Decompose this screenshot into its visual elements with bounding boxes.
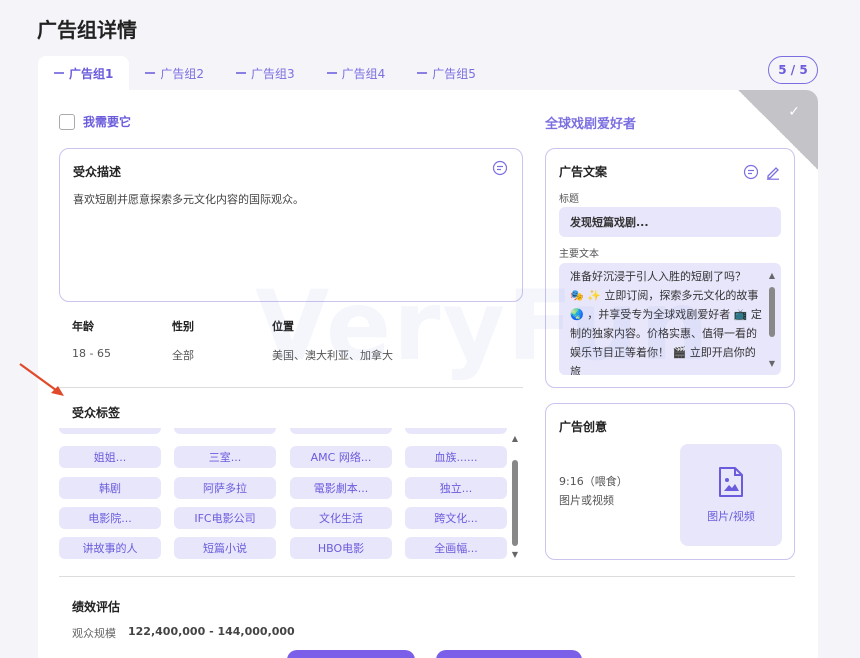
tag-chip[interactable]: 电影院...	[59, 507, 161, 529]
need-it-label: 我需要它	[83, 115, 132, 129]
tab-label: 广告组1	[69, 66, 114, 81]
reach-label: 观众规模	[72, 627, 116, 640]
adgroup-panel: ✓ 我需要它 全球戏剧爱好者 受众描述 喜欢短剧并愿意探索多元文化内容的国际观众…	[38, 90, 818, 658]
audience-description-text: 喜欢短剧并愿意探索多元文化内容的国际观众。	[73, 193, 304, 206]
media-label: 图片/视频	[707, 510, 755, 523]
tag-chip[interactable]: 三室...	[174, 446, 276, 468]
need-it-checkbox-row[interactable]: 我需要它	[59, 113, 131, 130]
tab-adgroup-1[interactable]: 广告组1	[38, 56, 130, 90]
comment-icon[interactable]	[492, 160, 508, 176]
tab-adgroup-2[interactable]: 广告组2	[129, 56, 220, 90]
tag-chip[interactable]: 讲故事的人	[59, 537, 161, 559]
tag-chip[interactable]: 阿萨多拉	[174, 477, 276, 499]
age-label: 年龄	[72, 320, 94, 333]
tags-scrollbar[interactable]: ▲ ▼	[510, 434, 520, 560]
reach-value: 122,400,000 - 144,000,000	[128, 625, 295, 638]
tag-chip[interactable]	[59, 428, 161, 434]
tag-chip[interactable]	[290, 428, 392, 434]
dash-icon	[54, 72, 64, 74]
tag-chip[interactable]: 跨文化...	[405, 507, 507, 529]
edit-icon[interactable]	[765, 164, 781, 180]
age-value: 18 - 65	[72, 347, 111, 360]
scroll-thumb[interactable]	[512, 460, 518, 546]
tab-label: 广告组4	[341, 66, 386, 81]
page-title: 广告组详情	[37, 18, 137, 42]
reach-row: 观众规模 122,400,000 - 144,000,000	[72, 625, 295, 641]
tab-adgroup-5[interactable]: 广告组5	[401, 56, 492, 90]
gender-label: 性别	[172, 320, 194, 333]
scroll-up-icon[interactable]: ▲	[510, 434, 520, 444]
tag-chip[interactable]	[405, 428, 507, 434]
dash-icon	[417, 72, 428, 74]
dash-icon	[326, 72, 337, 74]
image-file-icon	[719, 467, 743, 497]
creative-format: 图片或视频	[559, 494, 614, 507]
tab-label: 广告组5	[432, 66, 476, 81]
audience-description-title: 受众描述	[73, 165, 122, 179]
tag-chip[interactable]	[174, 428, 276, 434]
tag-chip[interactable]: AMC 网络...	[290, 446, 392, 468]
primary-button-left[interactable]	[287, 650, 415, 658]
body-scrollbar[interactable]: ▲ ▼	[767, 271, 777, 369]
primary-button-right[interactable]	[436, 650, 582, 658]
body-label: 主要文本	[559, 249, 599, 260]
tag-chip[interactable]: 短篇小说	[174, 537, 276, 559]
tag-chip[interactable]: 韩剧	[59, 477, 161, 499]
body-text: 准备好沉浸于引人入胜的短剧了吗？ 🎭 ✨ 立即订阅，探索多元文化的故事 🌏 ，并…	[570, 270, 762, 375]
body-textarea[interactable]: 准备好沉浸于引人入胜的短剧了吗？ 🎭 ✨ 立即订阅，探索多元文化的故事 🌏 ，并…	[559, 263, 781, 375]
tag-chip[interactable]: 血族......	[405, 446, 507, 468]
ad-creative-card: 广告创意 9:16（喂食） 图片或视频 图片/视频	[545, 403, 795, 560]
dash-icon	[145, 72, 156, 74]
adgroup-counter[interactable]: 5 / 5	[768, 56, 818, 84]
audience-tags-list[interactable]: 姐姐... 三室... AMC 网络... 血族...... 韩剧 阿萨多拉 電…	[59, 428, 523, 562]
dash-icon	[236, 72, 246, 74]
tag-chip[interactable]: HBO电影	[290, 537, 392, 559]
evaluation-title: 绩效评估	[72, 600, 121, 614]
check-icon: ✓	[788, 104, 800, 120]
ad-copy-title: 广告文案	[559, 165, 608, 179]
audience-description-card: 受众描述 喜欢短剧并愿意探索多元文化内容的国际观众。	[59, 148, 523, 302]
media-upload-box[interactable]: 图片/视频	[680, 444, 782, 546]
tag-chip[interactable]: 全画幅...	[405, 537, 507, 559]
scroll-down-icon[interactable]: ▼	[767, 359, 777, 369]
headline-label: 标题	[559, 194, 579, 205]
audience-tags-title: 受众标签	[72, 406, 121, 420]
audience-name: 全球戏剧爱好者	[545, 117, 637, 132]
tab-adgroup-3[interactable]: 广告组3	[220, 56, 311, 90]
tag-chip[interactable]: 文化生活	[290, 507, 392, 529]
ad-creative-title: 广告创意	[559, 420, 608, 434]
location-label: 位置	[272, 320, 294, 333]
need-it-checkbox[interactable]	[59, 113, 75, 130]
tab-adgroup-4[interactable]: 广告组4	[311, 56, 402, 90]
location-value: 美国、澳大利亚、加拿大	[272, 349, 393, 362]
tag-chip[interactable]: IFC电影公司	[174, 507, 276, 529]
scroll-thumb[interactable]	[769, 287, 775, 337]
tag-chip[interactable]: 姐姐...	[59, 446, 161, 468]
scroll-up-icon[interactable]: ▲	[767, 271, 777, 281]
tag-chip[interactable]: 電影劇本...	[290, 477, 392, 499]
creative-ratio: 9:16（喂食）	[559, 475, 628, 488]
tab-label: 广告组2	[160, 66, 204, 81]
tab-label: 广告组3	[251, 66, 295, 81]
gender-value: 全部	[172, 349, 194, 362]
comment-icon[interactable]	[743, 164, 759, 180]
headline-field[interactable]: 发现短篇戏剧...	[559, 207, 781, 237]
adgroup-tabs: 广告组1 广告组2 广告组3 广告组4 广告组5	[38, 56, 492, 90]
ad-copy-card: 广告文案 标题 发现短篇戏剧... 主要文本 准备好沉浸于引人入胜的短剧了吗？ …	[545, 148, 795, 388]
creative-spec: 9:16（喂食） 图片或视频	[559, 472, 628, 510]
tag-chip[interactable]: 独立...	[405, 477, 507, 499]
scroll-down-icon[interactable]: ▼	[510, 550, 520, 560]
divider	[59, 387, 523, 388]
divider	[59, 576, 795, 577]
